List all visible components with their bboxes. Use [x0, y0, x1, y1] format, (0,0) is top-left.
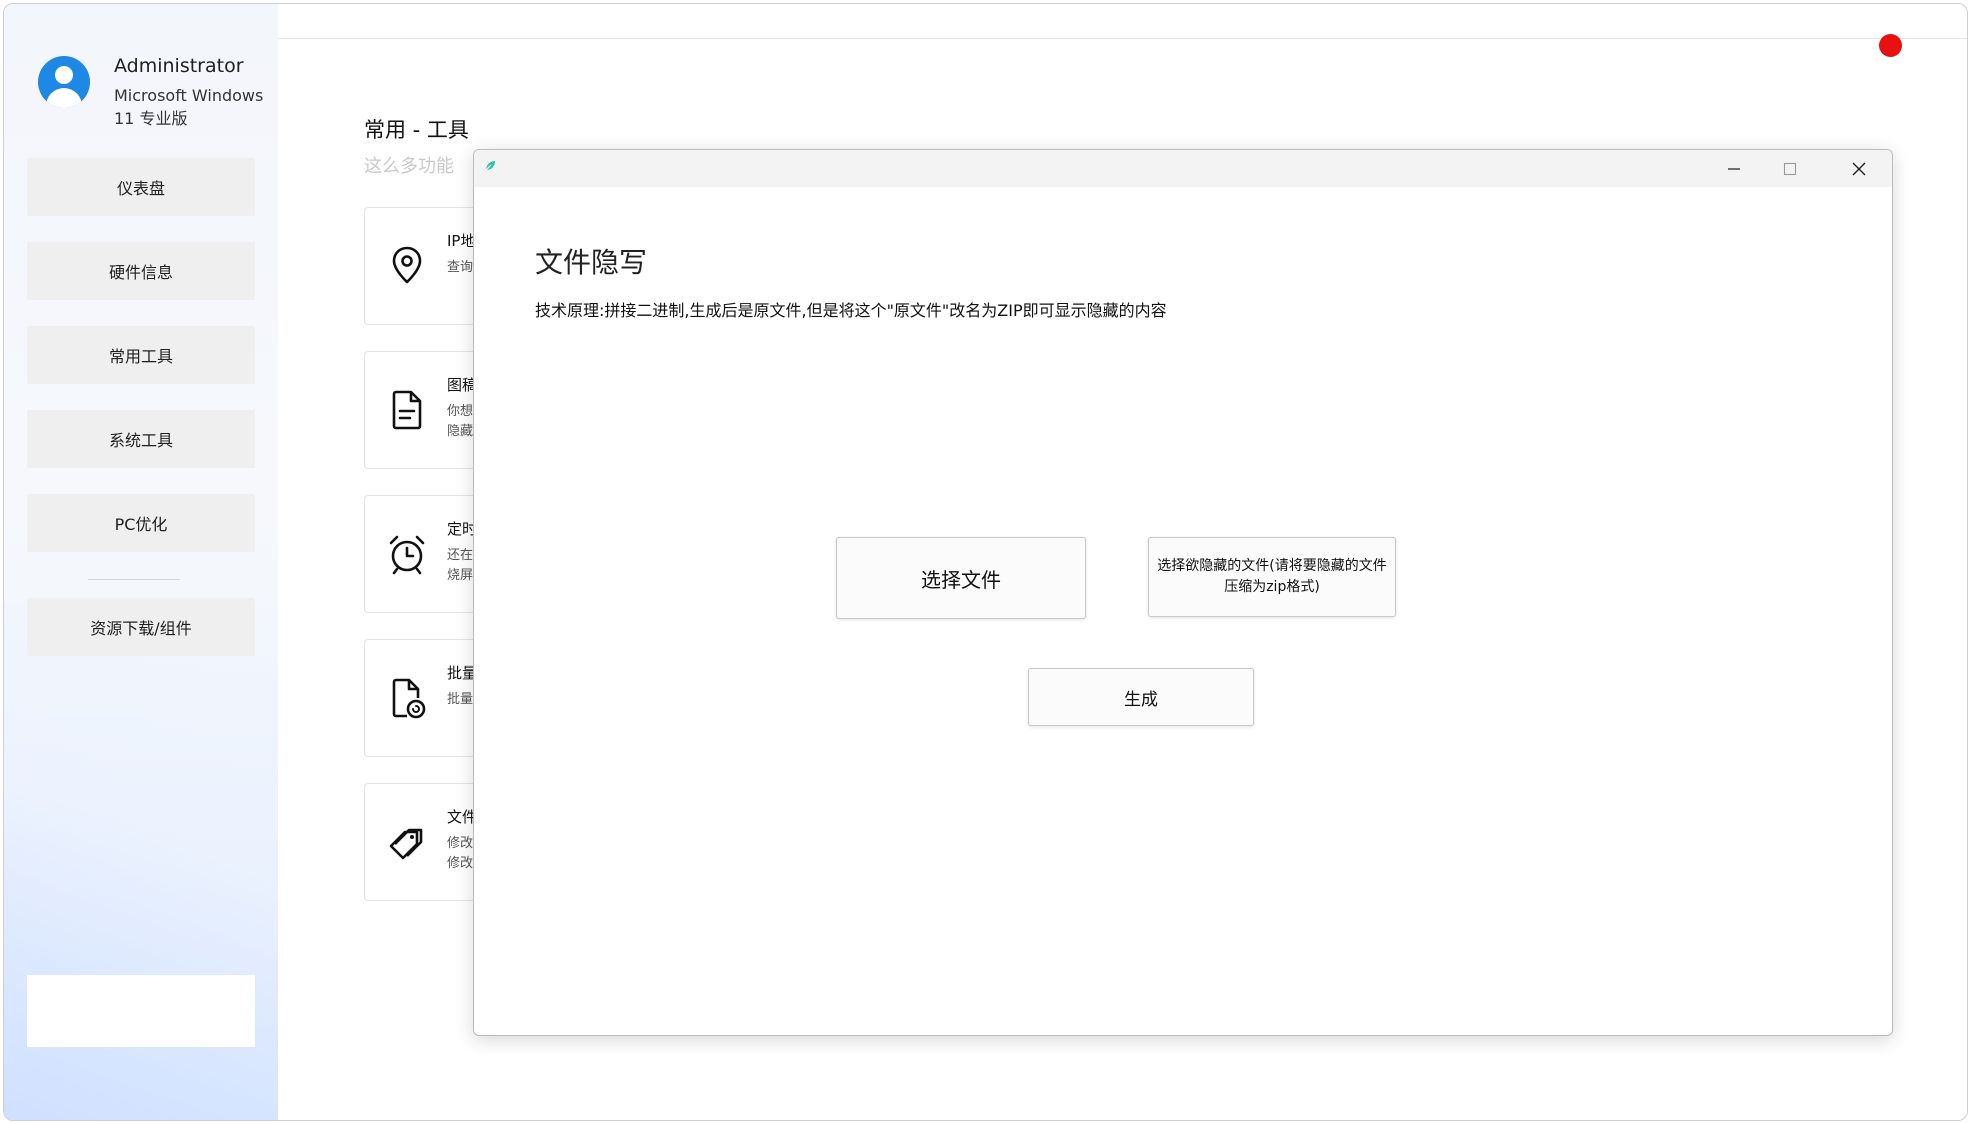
minimize-button[interactable]	[1706, 150, 1762, 187]
tool-card-timer[interactable]: 定时 还在 烧屏	[364, 495, 486, 613]
dialog-description: 技术原理:拼接二进制,生成后是原文件,但是将这个"原文件"改名为ZIP即可显示隐…	[535, 301, 1167, 320]
sidebar-item-system-tools[interactable]: 系统工具	[27, 410, 255, 468]
card-title: IP地	[447, 232, 476, 250]
sidebar-item-common-tools[interactable]: 常用工具	[27, 326, 255, 384]
location-pin-icon	[392, 246, 422, 284]
card-desc: 修改	[447, 836, 474, 851]
card-desc: 查询	[447, 260, 474, 275]
page-title: 常用 - 工具	[364, 118, 469, 142]
avatar-icon	[38, 56, 90, 108]
tool-card-file[interactable]: 文件 修改 修改	[364, 783, 486, 901]
tool-card-batch[interactable]: 批量 批量	[364, 639, 486, 757]
tag-icon	[389, 828, 423, 860]
maximize-icon	[1783, 162, 1797, 175]
top-bar	[278, 4, 1967, 39]
card-desc: 还在	[447, 548, 474, 563]
sidebar-item-pc-optimize[interactable]: PC优化	[27, 494, 255, 552]
file-steganography-dialog: 文件隐写 技术原理:拼接二进制,生成后是原文件,但是将这个"原文件"改名为ZIP…	[473, 149, 1893, 1036]
tool-card-ip[interactable]: IP地 查询	[364, 207, 486, 325]
card-desc: 修改	[447, 856, 474, 871]
page-subtitle: 这么多功能	[364, 156, 454, 177]
generate-button[interactable]: 生成	[1028, 668, 1254, 726]
sidebar-divider	[88, 579, 180, 580]
app-window: Administrator Microsoft Windows 11 专业版 仪…	[3, 3, 1968, 1121]
card-desc: 烧屏	[447, 568, 474, 583]
sidebar-item-hardware[interactable]: 硬件信息	[27, 242, 255, 300]
close-icon	[1852, 162, 1866, 175]
sidebar-item-downloads[interactable]: 资源下载/组件	[27, 598, 255, 656]
dialog-titlebar[interactable]	[474, 150, 1892, 187]
alarm-clock-icon	[389, 535, 425, 575]
dialog-title: 文件隐写	[535, 246, 648, 279]
minimize-icon	[1728, 167, 1740, 170]
card-desc: 隐藏	[447, 424, 474, 439]
card-desc: 批量	[447, 692, 474, 707]
profile-os: Microsoft Windows 11 专业版	[114, 86, 264, 128]
select-file-button[interactable]: 选择文件	[836, 537, 1086, 619]
maximize-button[interactable]	[1762, 150, 1818, 187]
sidebar-bottom-panel	[27, 975, 255, 1047]
document-icon	[392, 390, 422, 430]
select-hidden-file-button[interactable]: 选择欲隐藏的文件(请将要隐藏的文件压缩为zip格式)	[1148, 537, 1396, 617]
profile-name: Administrator	[114, 55, 244, 77]
sidebar: Administrator Microsoft Windows 11 专业版 仪…	[4, 4, 278, 1120]
sidebar-item-dashboard[interactable]: 仪表盘	[27, 158, 255, 216]
app-logo-icon	[485, 161, 495, 171]
close-button[interactable]	[1831, 150, 1887, 187]
card-desc: 你想	[447, 404, 474, 419]
tool-card-image[interactable]: 图稿 你想 隐藏	[364, 351, 486, 469]
status-dot-icon	[1879, 34, 1902, 57]
file-refresh-icon	[392, 678, 426, 719]
